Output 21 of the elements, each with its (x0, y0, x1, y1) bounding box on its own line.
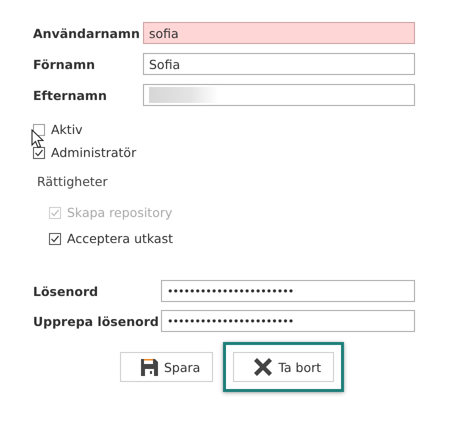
field-label: Upprepa lösenord (33, 314, 160, 328)
field-label: Efternamn (33, 88, 108, 102)
checkbox[interactable] (49, 232, 61, 244)
field-label: Lösenord (33, 284, 100, 298)
password-field[interactable]: ••••••••••••••••••••••• (161, 310, 415, 332)
checkbox-label: Acceptera utkast (67, 231, 173, 246)
input-field[interactable]: Sofia (143, 53, 415, 75)
checkbox-label: Aktiv (51, 122, 83, 137)
input-field[interactable] (143, 84, 415, 106)
section-title: Rättigheter (37, 174, 109, 189)
save-button[interactable]: Spara (120, 352, 214, 382)
password-field[interactable]: ••••••••••••••••••••••• (161, 280, 415, 302)
mouse-cursor-icon (31, 129, 44, 149)
field-label: Förnamn (33, 56, 96, 72)
checkbox-label: Administratör (51, 145, 136, 160)
checkbox-label: Skapa repository (67, 205, 172, 220)
field-label: Användarnamn (33, 26, 141, 40)
input-field[interactable]: sofia (143, 22, 415, 44)
close-icon (254, 358, 272, 376)
delete-button[interactable]: Ta bort (233, 352, 334, 382)
checkbox[interactable] (33, 146, 45, 158)
